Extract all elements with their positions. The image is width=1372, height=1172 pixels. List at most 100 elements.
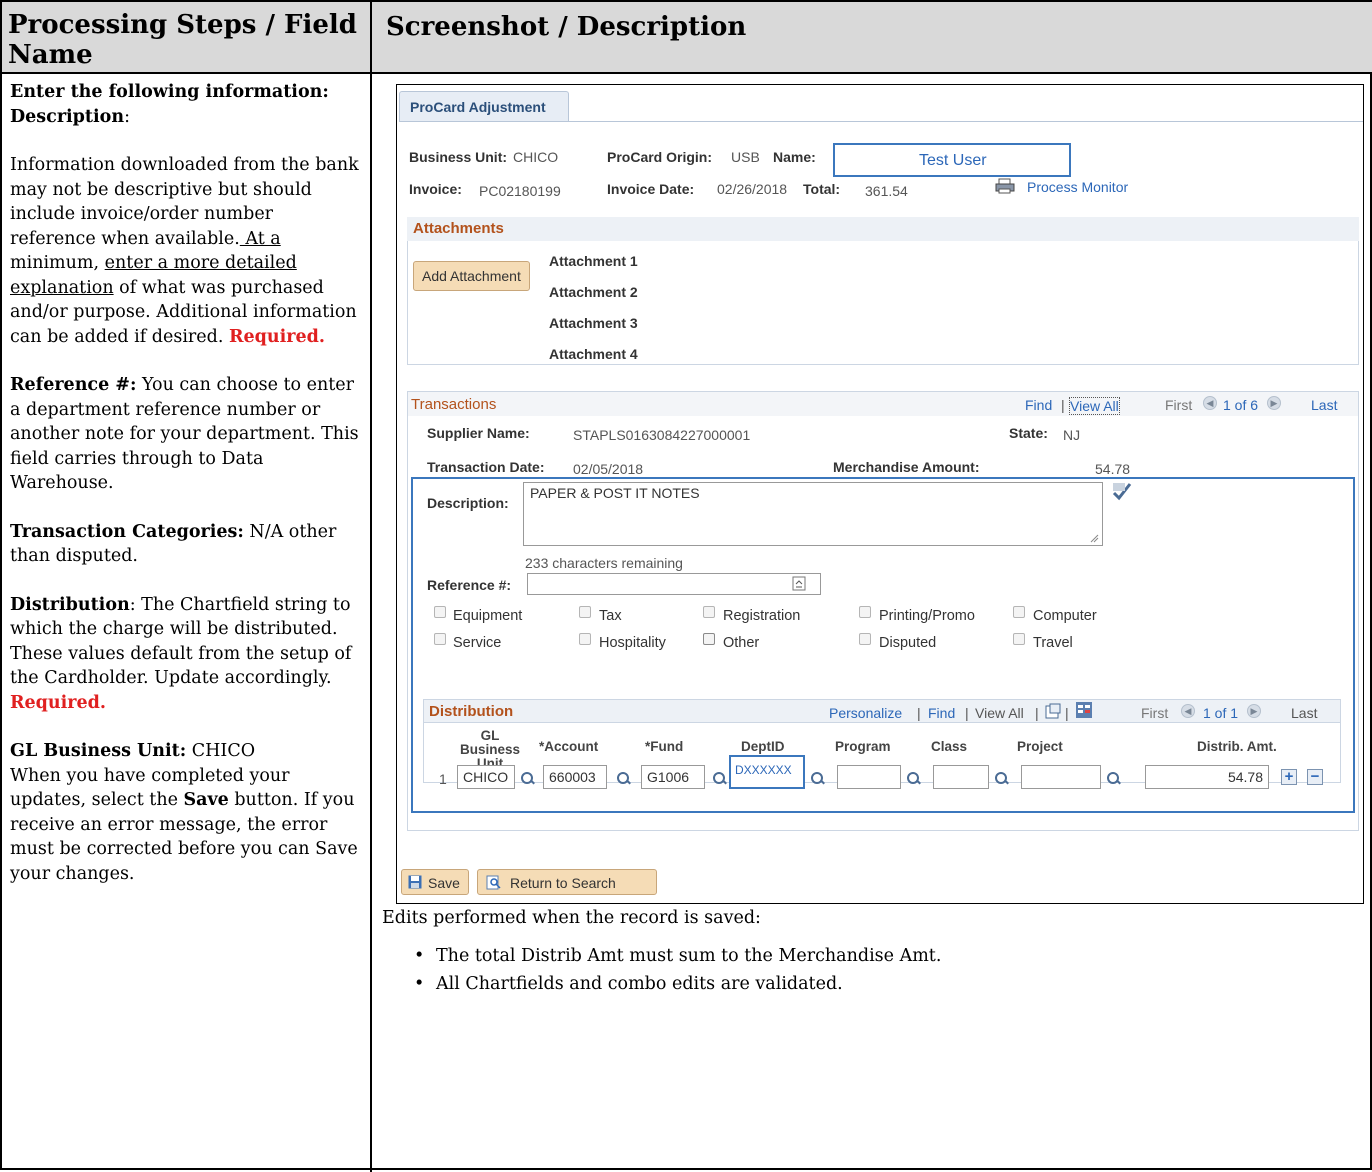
tab-procard-adjustment[interactable]: ProCard Adjustment: [399, 91, 569, 121]
dist-previous-icon[interactable]: ◀: [1181, 704, 1195, 718]
attachments-header: Attachments: [407, 217, 1359, 241]
last-link[interactable]: Last: [1311, 397, 1337, 413]
edits-list: The total Distrib Amt must sum to the Me…: [414, 944, 1014, 1000]
distribution-step: Distribution: The Chartfield string to w…: [10, 594, 352, 713]
printing-promo-checkbox[interactable]: [859, 606, 871, 618]
registration-checkbox[interactable]: [703, 606, 715, 618]
other-checkbox[interactable]: [703, 633, 715, 645]
next-icon[interactable]: ▶: [1267, 396, 1281, 410]
invoice-date-value: 02/26/2018: [717, 181, 788, 197]
return-to-search-button[interactable]: Return to Search: [477, 869, 657, 895]
computer-label: Computer: [1033, 608, 1097, 624]
view-all-link[interactable]: View All: [1069, 397, 1120, 415]
dist-first-link[interactable]: First: [1141, 705, 1168, 721]
gl-lookup-icon[interactable]: [521, 772, 535, 786]
left-header-title: Processing Steps / Field Name: [8, 10, 357, 70]
business-unit-label: Business Unit:: [409, 149, 508, 165]
printer-icon[interactable]: [995, 178, 1015, 194]
attachment-3[interactable]: Attachment 3: [549, 315, 638, 331]
other-label: Other: [723, 635, 760, 651]
spell-check-icon[interactable]: [1111, 481, 1133, 501]
personalize-link[interactable]: Personalize: [829, 705, 902, 721]
dist-last-link[interactable]: Last: [1291, 705, 1317, 721]
invoice-date-label: Invoice Date:: [607, 181, 695, 197]
deptid-lookup-icon[interactable]: [811, 772, 825, 786]
total-value: 361.54: [865, 183, 908, 199]
attachment-1[interactable]: Attachment 1: [549, 253, 638, 269]
reference-input[interactable]: [527, 573, 821, 595]
description-step: Description:: [10, 106, 130, 127]
gl-business-unit-input[interactable]: CHICO: [457, 765, 515, 789]
fund-input[interactable]: G1006: [641, 765, 705, 789]
name-value: Test User: [919, 152, 987, 169]
col-deptid: DeptID: [741, 739, 785, 754]
hospitality-checkbox[interactable]: [579, 633, 591, 645]
transaction-date-label: Transaction Date:: [427, 459, 545, 475]
save-button[interactable]: Save: [401, 869, 469, 895]
class-lookup-icon[interactable]: [995, 772, 1009, 786]
program-input[interactable]: [837, 765, 901, 789]
project-input[interactable]: [1021, 765, 1101, 789]
disputed-checkbox[interactable]: [859, 633, 871, 645]
transaction-date-value: 02/05/2018: [573, 461, 644, 477]
find-link[interactable]: Find: [1025, 397, 1052, 413]
distrib-amt-input[interactable]: 54.78: [1145, 765, 1269, 789]
program-lookup-icon[interactable]: [907, 772, 921, 786]
supplier-value: STAPLS0163084227000001: [573, 427, 751, 443]
description-step-label: Description: [10, 106, 125, 127]
origin-label: ProCard Origin:: [607, 149, 713, 165]
new-window-icon[interactable]: [1045, 703, 1061, 719]
pagination-count: 1 of 6: [1223, 397, 1259, 413]
computer-checkbox[interactable]: [1013, 606, 1025, 618]
account-lookup-icon[interactable]: [617, 772, 631, 786]
first-link[interactable]: First: [1165, 397, 1192, 413]
reference-label: Reference #:: [427, 577, 512, 593]
attachment-4[interactable]: Attachment 4: [549, 346, 638, 362]
procard-adjustment-screenshot: ProCard Adjustment Business Unit: CHICO …: [396, 84, 1364, 904]
add-row-icon[interactable]: +: [1281, 769, 1297, 785]
col-project: Project: [1017, 739, 1063, 754]
supplier-label: Supplier Name:: [427, 425, 530, 441]
class-input[interactable]: [933, 765, 989, 789]
right-column-header: Screenshot / Description: [372, 2, 1372, 74]
state-label: State:: [1009, 425, 1048, 441]
description-textarea[interactable]: PAPER & POST IT NOTES: [523, 482, 1103, 546]
description-step-text: Information downloaded from the bank may…: [10, 155, 359, 347]
resize-grip-icon[interactable]: [1089, 533, 1099, 543]
categories-step: Transaction Categories: N/A other than d…: [10, 521, 337, 567]
registration-label: Registration: [723, 608, 801, 624]
tax-checkbox[interactable]: [579, 606, 591, 618]
col-program: Program: [835, 739, 891, 754]
total-label: Total:: [803, 181, 841, 197]
project-lookup-icon[interactable]: [1107, 772, 1121, 786]
attachment-2[interactable]: Attachment 2: [549, 284, 638, 300]
fund-lookup-icon[interactable]: [713, 772, 727, 786]
required-label: Required.: [229, 326, 325, 347]
col-class: Class: [931, 739, 968, 754]
travel-checkbox[interactable]: [1013, 633, 1025, 645]
download-spreadsheet-icon[interactable]: [1075, 701, 1093, 719]
previous-icon[interactable]: ◀: [1203, 396, 1217, 410]
expand-field-icon[interactable]: [792, 576, 806, 591]
dist-find-link[interactable]: Find: [928, 705, 955, 721]
name-label: Name:: [773, 149, 816, 165]
equipment-checkbox[interactable]: [434, 606, 446, 618]
service-checkbox[interactable]: [434, 633, 446, 645]
left-column-header: Processing Steps / Field Name: [2, 2, 372, 74]
add-attachment-button[interactable]: Add Attachment: [413, 261, 530, 291]
tax-label: Tax: [599, 608, 622, 624]
delete-row-icon[interactable]: −: [1307, 769, 1323, 785]
characters-remaining: 233 characters remaining: [525, 555, 683, 571]
deptid-input[interactable]: DXXXXXX: [729, 755, 805, 789]
state-value: NJ: [1063, 427, 1081, 443]
disputed-label: Disputed: [879, 635, 937, 651]
process-monitor-link[interactable]: Process Monitor: [1027, 179, 1128, 195]
edits-intro: Edits performed when the record is saved…: [382, 908, 761, 928]
dist-next-icon[interactable]: ▶: [1247, 704, 1261, 718]
dist-view-all-link[interactable]: View All: [975, 705, 1024, 721]
service-label: Service: [453, 635, 502, 651]
account-input[interactable]: 660003: [543, 765, 607, 789]
reference-step: Reference #: You can choose to enter a d…: [10, 375, 359, 493]
save-step: When you have completed your updates, se…: [10, 765, 358, 884]
origin-value: USB: [731, 149, 760, 165]
